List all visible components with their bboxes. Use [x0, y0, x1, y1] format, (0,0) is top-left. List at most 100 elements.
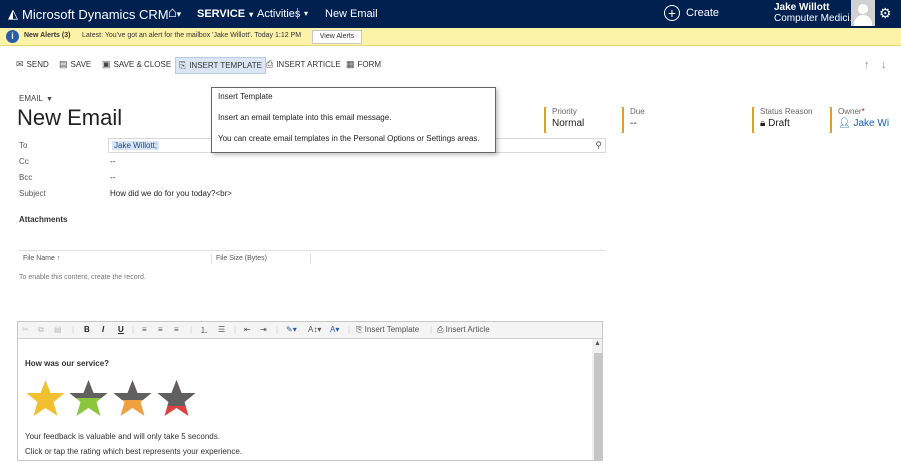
scrollbar-thumb[interactable]: [594, 353, 602, 460]
due-label: Due: [630, 107, 645, 116]
app-brand-menu[interactable]: ◭ Microsoft Dynamics CRM ▾: [8, 6, 181, 22]
dynamics-logo-icon: ◭: [8, 6, 18, 21]
info-icon: i: [6, 30, 19, 43]
status-reason-value: 🔒︎ Draft: [760, 118, 812, 129]
insert-article-button[interactable]: ⎙ INSERT ARTICLE: [266, 59, 341, 70]
toolbar-separator: |: [430, 325, 433, 334]
lock-icon: 🔒︎: [760, 118, 766, 129]
insert-template-button[interactable]: ⎘ INSERT TEMPLATE: [175, 57, 266, 74]
save-button[interactable]: ▤ SAVE: [59, 59, 91, 70]
cut-icon[interactable]: ✂: [22, 325, 29, 334]
paste-icon[interactable]: ▤: [54, 325, 62, 334]
insert-article-toolbar-label: Insert Article: [445, 325, 490, 334]
arrow-up-icon[interactable]: ↑: [864, 59, 870, 71]
save-close-icon: ▣: [102, 59, 111, 69]
align-right-icon[interactable]: ≡: [174, 325, 179, 334]
chevron-down-icon[interactable]: ▾: [304, 9, 308, 18]
align-center-icon[interactable]: ≡: [158, 325, 163, 334]
template-icon: ⎘: [356, 325, 363, 334]
subject-field[interactable]: How did we do for you today?<br>: [110, 189, 232, 198]
toolbar-separator: |: [348, 325, 351, 334]
arrow-down-icon[interactable]: ↓: [881, 59, 887, 71]
attachments-title: Attachments: [19, 215, 68, 224]
page-title: New Email: [17, 105, 123, 130]
rating-star-1[interactable]: [25, 379, 66, 419]
nav-service-menu[interactable]: SERVICE ▾: [197, 8, 253, 20]
top-navigation-bar: ◭ Microsoft Dynamics CRM ▾ ⌂ SERVICE ▾ Ac…: [0, 0, 901, 28]
alert-count[interactable]: New Alerts (3): [24, 32, 70, 39]
insert-template-label: INSERT TEMPLATE: [189, 61, 262, 70]
tooltip-description: Insert an email template into this email…: [218, 113, 392, 122]
align-left-icon[interactable]: ≡: [142, 325, 147, 334]
due-value: --: [630, 118, 637, 129]
alert-message: Latest: You've got an alert for the mail…: [82, 32, 302, 39]
editor-toolbar: ✂ ⧉ ▤ | B I U | ≡ ≡ ≡ | ⒈ ☰ | ⇤ ⇥ | ✎▾ A…: [18, 322, 602, 339]
underline-button[interactable]: U: [118, 325, 124, 334]
form-entity-selector[interactable]: EMAIL ▼: [19, 94, 53, 103]
italic-button[interactable]: I: [102, 325, 104, 334]
nav-breadcrumb-new-email[interactable]: New Email: [325, 8, 378, 20]
owner-value[interactable]: 👤︎ Jake Wi: [838, 118, 889, 129]
to-label: To: [19, 141, 28, 150]
insert-article-toolbar-button[interactable]: ⎙ Insert Article: [437, 325, 490, 335]
numbered-list-icon[interactable]: ⒈: [200, 325, 208, 336]
highlight-color-icon[interactable]: ✎▾: [286, 325, 297, 334]
home-icon[interactable]: ⌂: [168, 4, 177, 21]
editor-content[interactable]: How was our service? Your feedback is va…: [18, 339, 592, 460]
send-button[interactable]: ✉ SEND: [16, 59, 49, 70]
create-button[interactable]: + Create: [664, 5, 719, 21]
status-reason-text: Draft: [768, 118, 790, 129]
header-field-priority[interactable]: Priority Normal: [544, 107, 584, 133]
rating-star-4[interactable]: [156, 379, 197, 419]
user-info[interactable]: Jake Willott Computer Medici...: [774, 2, 858, 24]
header-field-status-reason[interactable]: Status Reason 🔒︎ Draft: [752, 107, 812, 133]
attachments-empty-message: To enable this content, create the recor…: [19, 274, 146, 281]
avatar[interactable]: [851, 0, 875, 26]
gear-icon[interactable]: ⚙: [879, 5, 892, 22]
toolbar-separator: |: [190, 325, 193, 334]
editor-scrollbar[interactable]: ▲: [592, 339, 602, 460]
header-field-due[interactable]: Due --: [622, 107, 645, 133]
header-field-owner[interactable]: Owner* 👤︎ Jake Wi: [830, 107, 889, 133]
increase-indent-icon[interactable]: ⇥: [260, 325, 267, 334]
user-name: Jake Willott: [774, 2, 830, 13]
insert-article-label: INSERT ARTICLE: [276, 60, 341, 69]
view-alerts-button[interactable]: View Alerts: [312, 30, 362, 44]
toolbar-separator: |: [72, 325, 75, 334]
save-close-button[interactable]: ▣ SAVE & CLOSE: [102, 59, 171, 70]
chevron-down-icon: ▾: [249, 10, 254, 19]
user-organization: Computer Medici...: [774, 13, 858, 24]
send-icon: ✉: [16, 59, 24, 69]
rating-star-3[interactable]: [112, 379, 153, 419]
command-bar: ✉ SEND ▤ SAVE ▣ SAVE & CLOSE ⎘ INSERT TEMPLA…: [0, 55, 901, 77]
bcc-field[interactable]: --: [110, 173, 115, 182]
cc-label: Cc: [19, 157, 29, 166]
cc-field[interactable]: --: [110, 157, 115, 166]
column-header-file-size[interactable]: File Size (Bytes): [216, 255, 267, 262]
font-color-icon[interactable]: A▾: [330, 325, 339, 334]
decrease-indent-icon[interactable]: ⇤: [244, 325, 251, 334]
copy-icon[interactable]: ⧉: [38, 325, 44, 335]
nav-service-label: SERVICE: [197, 8, 246, 20]
form-button[interactable]: ▦ FORM: [346, 59, 381, 70]
font-size-icon[interactable]: A↕▾: [308, 325, 321, 334]
owner-value-text: Jake Wi: [853, 118, 890, 129]
insert-template-toolbar-button[interactable]: ⎘ Insert Template: [356, 325, 419, 335]
recipient-chip[interactable]: Jake Willott;: [112, 141, 160, 150]
survey-question: How was our service?: [25, 359, 110, 368]
insert-template-tooltip: Insert Template Insert an email template…: [211, 87, 496, 153]
rating-star-2[interactable]: [68, 379, 109, 419]
column-header-file-name[interactable]: File Name ↑: [23, 255, 60, 262]
toolbar-separator: |: [276, 325, 279, 334]
nav-activities-link[interactable]: Activities: [257, 8, 300, 20]
save-close-label: SAVE & CLOSE: [113, 60, 172, 69]
feedback-line-2: Click or tap the rating which best repre…: [25, 447, 242, 456]
alert-bar: i New Alerts (3) Latest: You've got an a…: [0, 28, 901, 46]
bullet-list-icon[interactable]: ☰: [218, 325, 225, 334]
scroll-up-icon[interactable]: ▲: [594, 340, 601, 347]
priority-label: Priority: [552, 107, 577, 116]
caret-down-icon: ▼: [46, 96, 53, 103]
tooltip-title: Insert Template: [218, 92, 273, 101]
bold-button[interactable]: B: [84, 325, 90, 334]
search-icon[interactable]: ⚲: [595, 140, 602, 151]
